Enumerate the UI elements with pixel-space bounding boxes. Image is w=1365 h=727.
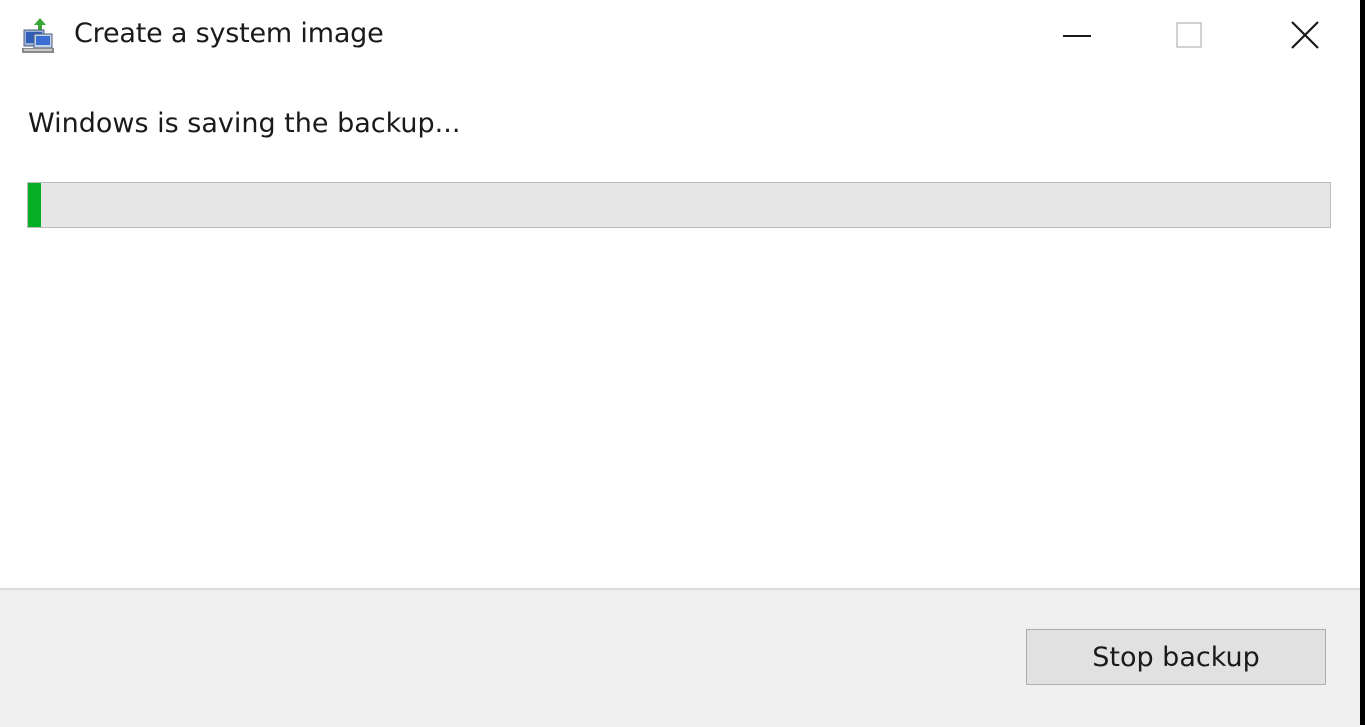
backup-computer-icon — [20, 16, 58, 56]
backup-progress-bar — [27, 182, 1331, 228]
close-icon — [1291, 21, 1319, 49]
dialog-footer: Stop backup — [0, 588, 1360, 727]
maximize-icon — [1176, 22, 1202, 48]
progress-bar-fill — [28, 183, 42, 227]
title-bar: Create a system image — [0, 0, 1360, 76]
window-title: Create a system image — [74, 18, 384, 49]
minimize-button[interactable] — [1020, 0, 1132, 72]
minimize-icon — [1063, 35, 1091, 37]
create-system-image-window: Create a system image Windows is saving … — [0, 0, 1365, 727]
window-edge — [1360, 0, 1365, 725]
close-button[interactable] — [1246, 0, 1358, 72]
stop-backup-button[interactable]: Stop backup — [1026, 629, 1326, 685]
backup-status-text: Windows is saving the backup... — [28, 108, 461, 139]
maximize-button[interactable] — [1133, 0, 1245, 72]
